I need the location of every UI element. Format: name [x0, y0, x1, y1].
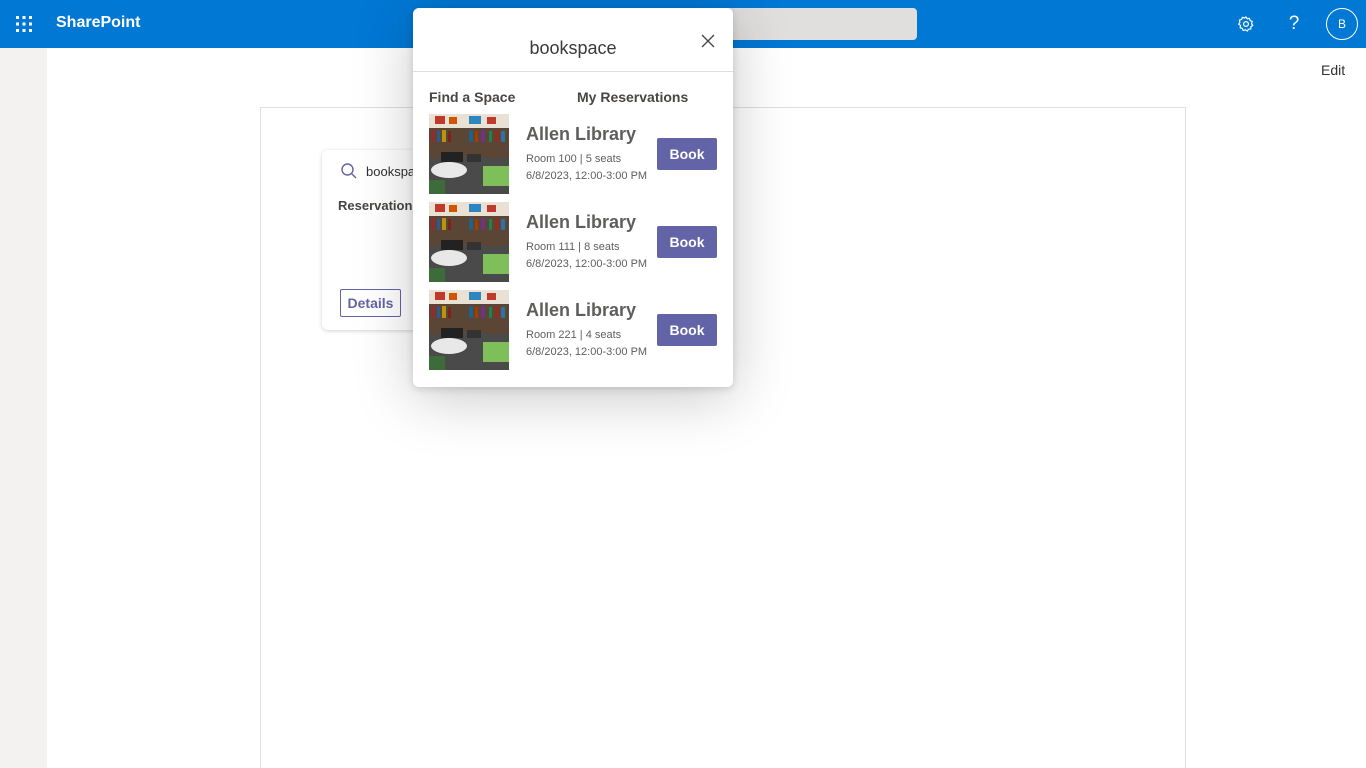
- card-reservations-label: Reservation: [338, 198, 413, 213]
- room-thumbnail: [429, 114, 509, 194]
- room-name: Allen Library: [526, 124, 637, 144]
- room-time: 6/8/2023, 12:00-3:00 PM: [526, 346, 648, 358]
- details-button[interactable]: Details: [340, 289, 401, 317]
- room-info: Room 221 | 4 seats: [526, 329, 622, 341]
- book-button[interactable]: Book: [657, 138, 717, 170]
- room-list-item: Allen Library Room 111 | 8 seats 6/8/202…: [429, 202, 719, 282]
- close-icon[interactable]: [697, 30, 719, 52]
- app-launcher-icon[interactable]: [0, 0, 48, 48]
- tab-find-a-space[interactable]: Find a Space: [429, 89, 515, 105]
- room-list-item: Allen Library Room 100 | 5 seats 6/8/202…: [429, 114, 719, 194]
- room-thumbnail: [429, 290, 509, 370]
- room-time: 6/8/2023, 12:00-3:00 PM: [526, 258, 648, 270]
- room-time: 6/8/2023, 12:00-3:00 PM: [526, 170, 648, 182]
- room-list-item: Allen Library Room 221 | 4 seats 6/8/202…: [429, 290, 719, 370]
- book-button[interactable]: Book: [657, 314, 717, 346]
- popup-title: bookspace: [529, 38, 617, 58]
- card-search-input[interactable]: bookspa: [366, 164, 415, 179]
- popup-pointer: [403, 295, 413, 313]
- app-name[interactable]: SharePoint: [56, 14, 140, 32]
- book-button[interactable]: Book: [657, 226, 717, 258]
- search-icon: [340, 162, 358, 185]
- room-name: Allen Library: [526, 212, 637, 232]
- avatar[interactable]: B: [1326, 8, 1358, 40]
- room-info: Room 111 | 8 seats: [526, 241, 620, 253]
- left-rail: [0, 48, 47, 768]
- help-icon[interactable]: ?: [1278, 8, 1310, 40]
- popup-divider: [413, 71, 733, 72]
- bookspace-popup: bookspace Find a Space My Reservations A…: [413, 8, 733, 387]
- room-thumbnail: [429, 202, 509, 282]
- room-name: Allen Library: [526, 300, 637, 320]
- gear-icon[interactable]: [1230, 8, 1262, 40]
- edit-button[interactable]: Edit: [1321, 62, 1345, 78]
- tab-my-reservations[interactable]: My Reservations: [577, 89, 688, 105]
- room-info: Room 100 | 5 seats: [526, 153, 622, 165]
